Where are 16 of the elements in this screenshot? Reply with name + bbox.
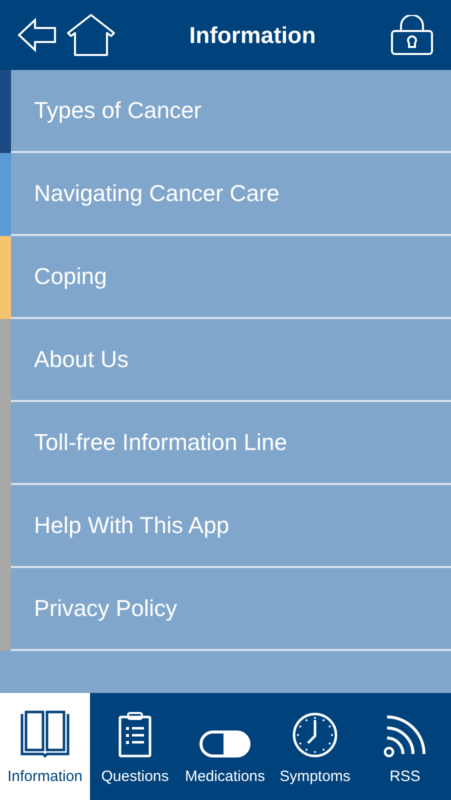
tab[interactable]: Questions bbox=[90, 693, 180, 800]
back-button[interactable] bbox=[16, 15, 58, 55]
lock-button[interactable] bbox=[389, 12, 435, 58]
tab[interactable]: RSS bbox=[360, 693, 450, 800]
clipboard-list-icon bbox=[118, 712, 152, 758]
tab[interactable]: Symptoms bbox=[270, 693, 360, 800]
tab[interactable]: Information bbox=[0, 693, 90, 800]
pill-icon bbox=[199, 730, 251, 758]
book-icon bbox=[20, 710, 70, 758]
screen-title: Information bbox=[189, 20, 316, 50]
back-arrow-icon bbox=[17, 18, 57, 52]
clock-icon bbox=[292, 712, 338, 758]
rss-icon bbox=[383, 714, 427, 758]
lock-icon bbox=[391, 15, 433, 55]
tab[interactable]: Medications bbox=[180, 693, 270, 800]
home-icon bbox=[66, 13, 116, 57]
